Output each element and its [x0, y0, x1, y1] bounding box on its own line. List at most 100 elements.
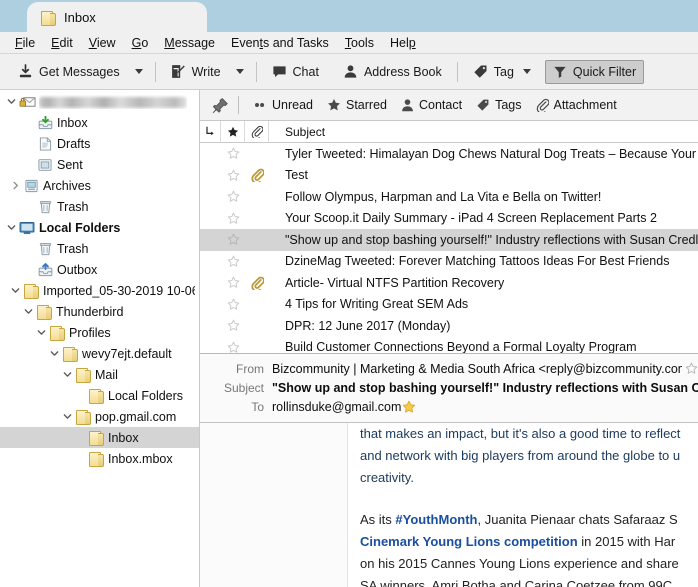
folder-row-inbox-mbox[interactable]: Inbox.mbox — [0, 448, 199, 469]
column-header-star[interactable] — [221, 120, 245, 143]
message-row[interactable]: DzineMag Tweeted: Forever Matching Tatto… — [200, 251, 698, 273]
menu-help[interactable]: Help — [382, 34, 424, 52]
tag-button[interactable]: Tag — [465, 59, 539, 84]
star-outline-icon[interactable] — [685, 362, 698, 375]
folder-row-local-folders[interactable]: Local Folders — [0, 217, 199, 238]
chevron-down-icon[interactable] — [60, 412, 74, 421]
message-row[interactable]: Build Customer Connections Beyond a Form… — [200, 337, 698, 353]
folder-label: Outbox — [57, 262, 98, 277]
menu-tools[interactable]: Tools — [337, 34, 382, 52]
folder-row-archives[interactable]: Archives — [0, 175, 199, 196]
message-subject: Test — [285, 168, 308, 183]
folder-row-sent[interactable]: Sent — [0, 154, 199, 175]
folder-label: Thunderbird — [56, 304, 124, 319]
star-toggle[interactable] — [221, 341, 245, 353]
chevron-down-icon[interactable] — [60, 370, 74, 379]
chevron-down-icon[interactable] — [34, 328, 48, 337]
menu-events-and-tasks[interactable]: Events and Tasks — [223, 34, 337, 52]
star-toggle[interactable] — [221, 169, 245, 182]
tab-inbox[interactable]: Inbox — [27, 2, 207, 32]
chevron-down-icon[interactable] — [4, 223, 18, 232]
tag-icon — [473, 64, 488, 79]
menu-go[interactable]: Go — [124, 34, 157, 52]
star-toggle[interactable] — [221, 147, 245, 160]
folder-row-trash[interactable]: Trash — [0, 196, 199, 217]
folder-row-outbox[interactable]: Outbox — [0, 259, 199, 280]
menu-view[interactable]: View — [81, 34, 124, 52]
toolbar-separator — [456, 61, 458, 82]
folder-row-inbox[interactable]: Inbox — [0, 112, 199, 133]
quick-filter-unread[interactable]: Unread — [246, 95, 320, 115]
pencil-icon — [171, 64, 186, 79]
star-toggle[interactable] — [221, 255, 245, 268]
star-toggle[interactable] — [221, 190, 245, 203]
message-body-pane[interactable]: that makes an impact, but it's also a go… — [200, 423, 698, 587]
folder-row-pop-gmail[interactable]: pop.gmail.com — [0, 406, 199, 427]
message-row[interactable]: Test — [200, 165, 698, 187]
folder-label: Profiles — [69, 325, 111, 340]
from-value[interactable]: Bizcommunity | Marketing & Media South A… — [272, 362, 682, 376]
star-toggle[interactable] — [221, 276, 245, 289]
write-label: Write — [191, 64, 221, 79]
message-row[interactable]: Article- Virtual NTFS Partition Recovery — [200, 272, 698, 294]
chevron-down-icon[interactable] — [4, 97, 18, 106]
message-row-selected[interactable]: "Show up and stop bashing yourself!" Ind… — [200, 229, 698, 251]
folder-row-mail[interactable]: Mail — [0, 364, 199, 385]
message-subject: 4 Tips for Writing Great SEM Ads — [285, 297, 469, 312]
quick-filter-attachment[interactable]: Attachment — [529, 95, 624, 115]
body-line: creativity. — [360, 470, 414, 485]
message-row[interactable]: DPR: 12 June 2017 (Monday) — [200, 315, 698, 337]
folder-row-mail-local-folders[interactable]: Local Folders — [0, 385, 199, 406]
message-row[interactable]: Tyler Tweeted: Himalayan Dog Chews Natur… — [200, 143, 698, 165]
star-toggle[interactable] — [221, 298, 245, 311]
column-header-thread[interactable] — [200, 120, 221, 143]
link-cinemark-young-lions[interactable]: Cinemark Young Lions competition — [360, 534, 578, 549]
chevron-down-icon — [522, 69, 531, 74]
message-row[interactable]: 4 Tips for Writing Great SEM Ads — [200, 294, 698, 316]
quick-filter-tags[interactable]: Tags — [469, 95, 528, 115]
menu-file[interactable]: FFileile — [7, 34, 43, 52]
quick-filter-starred[interactable]: Starred — [320, 95, 394, 115]
to-label: To — [251, 399, 264, 414]
star-filled-icon[interactable] — [402, 400, 416, 414]
message-header-subject-row: Subject "Show up and stop bashing yourse… — [200, 378, 698, 397]
get-messages-dropdown[interactable] — [130, 65, 148, 78]
message-list[interactable]: Tyler Tweeted: Himalayan Dog Chews Natur… — [200, 143, 698, 354]
chevron-down-icon[interactable] — [47, 349, 61, 358]
folder-row-imported[interactable]: Imported_05-30-2019 10-06 — [0, 280, 199, 301]
folder-row-drafts[interactable]: Drafts — [0, 133, 199, 154]
write-dropdown[interactable] — [231, 65, 249, 78]
to-value[interactable]: rollinsduke@gmail.com — [272, 400, 401, 414]
message-row[interactable]: Follow Olympus, Harpman and La Vita e Be… — [200, 186, 698, 208]
folder-pane[interactable]: Inbox Drafts Sent Archives Trash Local F… — [0, 90, 200, 587]
menu-edit[interactable]: Edit — [43, 34, 81, 52]
get-messages-button[interactable]: Get Messages — [10, 59, 128, 84]
write-button[interactable]: Write — [163, 59, 229, 84]
chevron-down-icon[interactable] — [21, 307, 35, 316]
quick-filter-contact[interactable]: Contact — [394, 95, 469, 115]
folder-row-profiles[interactable]: Profiles — [0, 322, 199, 343]
folder-row-local-trash[interactable]: Trash — [0, 238, 199, 259]
address-book-button[interactable]: Address Book — [335, 59, 450, 84]
hashtag-youthmonth[interactable]: #YouthMonth — [395, 512, 477, 527]
chevron-right-icon[interactable] — [8, 181, 22, 190]
thread-icon — [205, 126, 215, 137]
attachment-indicator — [245, 168, 269, 183]
column-header-attachment[interactable] — [245, 120, 269, 143]
quick-filter-button[interactable]: Quick Filter — [544, 59, 645, 84]
message-subject: Article- Virtual NTFS Partition Recovery — [285, 275, 505, 290]
folder-row-account[interactable] — [0, 91, 199, 112]
folder-row-profile-default[interactable]: wevy7ejt.default — [0, 343, 199, 364]
column-header-subject[interactable]: Subject — [269, 121, 698, 143]
folder-row-pop-inbox[interactable]: Inbox — [0, 427, 199, 448]
star-toggle[interactable] — [221, 319, 245, 332]
chat-button[interactable]: Chat — [264, 59, 327, 84]
message-row[interactable]: Your Scoop.it Daily Summary - iPad 4 Scr… — [200, 208, 698, 230]
pin-icon[interactable] — [206, 94, 235, 117]
message-subject: Follow Olympus, Harpman and La Vita e Be… — [285, 189, 602, 204]
star-toggle[interactable] — [221, 233, 245, 246]
folder-row-thunderbird[interactable]: Thunderbird — [0, 301, 199, 322]
star-toggle[interactable] — [221, 212, 245, 225]
menu-message[interactable]: Message — [156, 34, 223, 52]
chevron-down-icon[interactable] — [8, 286, 22, 295]
